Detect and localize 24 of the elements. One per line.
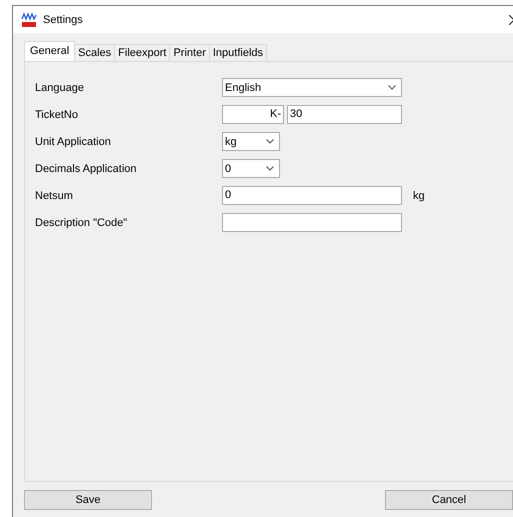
dropdown[interactable]: kg <box>222 132 280 151</box>
tab[interactable]: Fileexport <box>114 44 170 61</box>
field-label: Description "Code" <box>35 216 128 228</box>
field-label: TicketNo <box>35 108 79 120</box>
number-field[interactable]: 30 <box>287 105 402 124</box>
dropdown[interactable]: 0 <box>222 159 280 178</box>
app-logo-icon <box>21 12 37 28</box>
chevron-icon <box>266 139 274 144</box>
dropdown[interactable]: English <box>222 78 402 97</box>
save-button[interactable]: Save <box>24 490 152 510</box>
tab[interactable]: General <box>24 41 76 61</box>
tab[interactable]: Inputfields <box>208 44 268 61</box>
field-label: Language <box>35 82 85 94</box>
input-field[interactable] <box>222 213 402 232</box>
chevron-icon <box>266 166 274 171</box>
field-label: Netsum <box>35 190 74 202</box>
cancel-button[interactable]: Cancel <box>385 490 513 510</box>
window-title: Settings <box>43 14 83 26</box>
unit-label: kg <box>413 190 425 202</box>
input-field[interactable]: 0 <box>222 186 402 205</box>
prefix-field[interactable]: K- <box>222 105 284 124</box>
field-label: Unit Application <box>35 136 112 148</box>
chevron-icon <box>388 85 396 90</box>
field-label: Decimals Application <box>35 162 138 174</box>
